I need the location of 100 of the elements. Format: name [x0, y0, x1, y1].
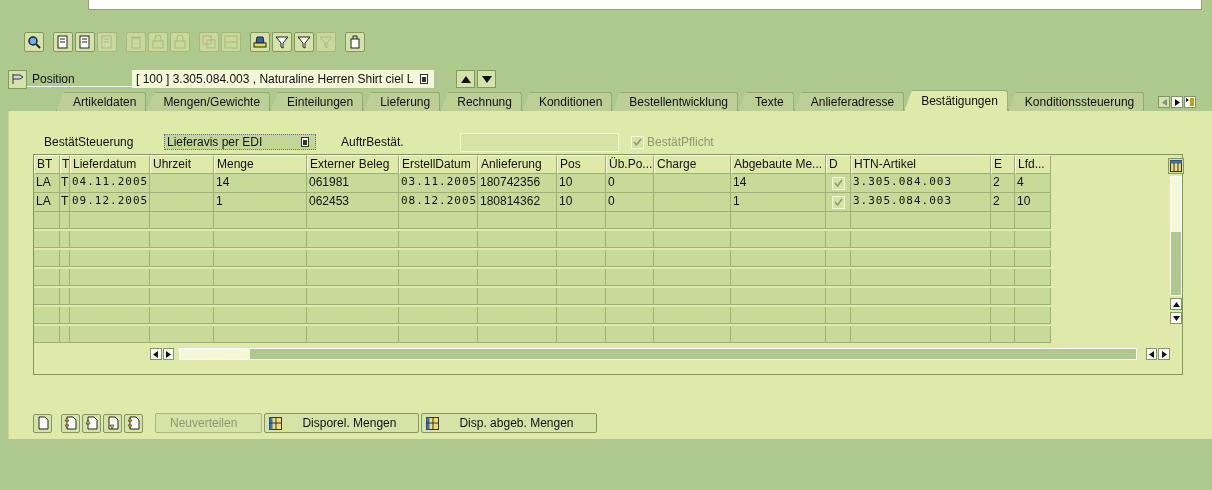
table-cell: 10 [557, 193, 606, 212]
doc-button[interactable] [75, 32, 95, 52]
action-button[interactable]: Disp. abgeb. Mengen [421, 413, 597, 433]
column-header[interactable]: BT [34, 155, 60, 174]
tab[interactable]: Rechnung [440, 92, 522, 111]
table-cell [34, 231, 60, 248]
table-icon [269, 416, 283, 430]
arrows-document-icon [126, 416, 141, 430]
list-icon [1186, 98, 1195, 106]
position-field[interactable]: [ 100 ] 3.305.084.003 , Naturaline Herren Shirt ciel L [132, 70, 434, 88]
table-cell: 14 [731, 174, 826, 193]
print-button[interactable] [250, 32, 270, 52]
table-cell [606, 326, 654, 343]
funnel-icon [319, 35, 333, 49]
bag-button[interactable] [345, 32, 365, 52]
control-label: BestätSteuerung [44, 135, 135, 149]
order-confirmation-field[interactable] [460, 132, 619, 152]
search-button[interactable] [24, 32, 44, 52]
column-header[interactable]: Lieferdatum [70, 155, 150, 174]
scroll-right-button[interactable] [162, 348, 175, 360]
horizontal-scrollbar[interactable] [179, 348, 1137, 360]
right-arrow-icon [1161, 350, 1167, 358]
funnel-button[interactable] [272, 32, 292, 52]
scroll-left-button[interactable] [150, 348, 162, 360]
table-cell [34, 288, 60, 305]
item-icon[interactable] [8, 69, 27, 89]
table-cell [557, 212, 606, 229]
table-cell [34, 307, 60, 324]
table-cell [150, 269, 214, 286]
column-header[interactable]: Anlieferung [478, 155, 557, 174]
tab[interactable]: Lieferung [363, 92, 441, 111]
tab-list-button[interactable] [1184, 96, 1197, 108]
scroll-up-button[interactable] [1170, 298, 1182, 310]
table-cell [1015, 269, 1051, 286]
column-header[interactable]: Üb.Po... [606, 155, 654, 174]
tab[interactable]: Einteilungen [270, 92, 364, 111]
scroll-left-button[interactable] [1145, 348, 1158, 360]
up-icon [460, 75, 471, 83]
up-arrow-icon [1172, 301, 1180, 307]
column-header[interactable]: Abgebaute Me... [731, 155, 826, 174]
previous-button[interactable] [456, 70, 475, 88]
arrows-button[interactable] [124, 413, 143, 433]
table-cell [606, 288, 654, 305]
table-cell [991, 326, 1015, 343]
scroll-down-button[interactable] [1170, 312, 1182, 324]
table-cell [606, 212, 654, 229]
table-cell [60, 269, 70, 286]
tab[interactable]: Konditionssteuerung [1007, 92, 1145, 111]
control-dropdown[interactable]: Lieferavis per EDI [164, 134, 316, 150]
left-arrow-icon [153, 350, 159, 358]
arrows-button[interactable] [61, 413, 80, 433]
column-header[interactable]: D [826, 155, 851, 174]
up-arrow-document-icon [84, 416, 99, 430]
tab[interactable]: Artikeldaten [56, 92, 147, 111]
layout-button[interactable] [1168, 158, 1184, 174]
vertical-scrollbar[interactable] [1170, 176, 1182, 296]
table-cell [60, 326, 70, 343]
tab[interactable]: Anlieferadresse [793, 92, 905, 111]
table-cell [606, 250, 654, 267]
scroll-right-button[interactable] [1158, 348, 1170, 360]
new-button[interactable] [33, 413, 52, 433]
column-header[interactable]: ErstellDatum [399, 155, 478, 174]
down-button[interactable] [103, 413, 122, 433]
print-icon [253, 35, 267, 49]
action-button[interactable]: Disporel. Mengen [264, 413, 420, 433]
column-header[interactable]: Pos [557, 155, 606, 174]
tab[interactable]: Mengen/Gewichte [146, 92, 271, 111]
scroll-right-button[interactable] [1171, 96, 1184, 108]
search-icon [27, 35, 41, 49]
required-label: BestätPflicht [647, 135, 714, 149]
table-cell [60, 307, 70, 324]
funnel-button[interactable] [294, 32, 314, 52]
doc-button[interactable] [53, 32, 73, 52]
table-cell: 061981 [307, 174, 399, 193]
table-cell [991, 250, 1015, 267]
tab[interactable]: Texte [738, 92, 794, 111]
down-arrow-document-icon [105, 416, 120, 430]
next-button[interactable] [477, 70, 496, 88]
table-cell: LA [34, 193, 60, 212]
column-header[interactable]: Charge [654, 155, 731, 174]
column-header[interactable]: E [991, 155, 1015, 174]
up-button[interactable] [82, 413, 101, 433]
table-cell [150, 250, 214, 267]
column-header[interactable]: Uhrzeit [150, 155, 214, 174]
column-header[interactable]: Menge [214, 155, 307, 174]
column-header[interactable]: Lfd... [1015, 155, 1051, 174]
table-cell [1015, 231, 1051, 248]
table-cell [826, 307, 851, 324]
column-header[interactable]: HTN-Artikel [851, 155, 991, 174]
tab[interactable]: Konditionen [521, 92, 613, 111]
copy-icon [202, 35, 216, 49]
table-cell [991, 212, 1015, 229]
table-cell [34, 250, 60, 267]
column-header[interactable]: Externer Beleg [307, 155, 399, 174]
lock-icon [173, 35, 187, 49]
funnel-icon [297, 35, 311, 49]
tab[interactable]: Bestellentwicklung [612, 92, 739, 111]
tab[interactable]: Bestätigungen [904, 90, 1008, 111]
bag-icon [348, 35, 362, 49]
table-cell [557, 288, 606, 305]
